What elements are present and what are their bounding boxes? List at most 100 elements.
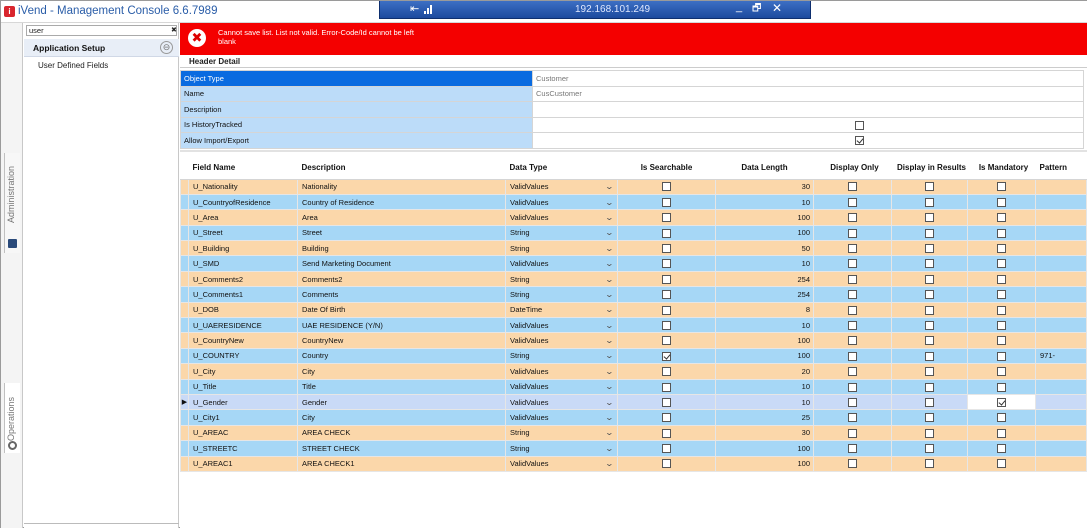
column-header[interactable]: Is Searchable (617, 156, 716, 180)
chevron-down-icon[interactable]: ⌄ (605, 198, 614, 207)
table-row[interactable]: U_DOB Date Of Birth DateTime ⌄ 8 (180, 301, 1087, 319)
display-in-results-checkbox[interactable] (925, 259, 934, 269)
display-in-results-checkbox[interactable] (925, 213, 934, 223)
is-mandatory-checkbox[interactable] (997, 213, 1006, 223)
chevron-down-icon[interactable]: ⌄ (605, 182, 614, 191)
detail-row-object-type[interactable]: Object Type Customer (180, 70, 1084, 87)
display-in-results-checkbox[interactable] (925, 428, 934, 438)
display-only-checkbox[interactable] (848, 320, 857, 330)
is-searchable-checkbox[interactable] (662, 244, 671, 254)
data-type-select[interactable]: ValidValues ⌄ (505, 317, 618, 334)
display-only-checkbox[interactable] (848, 213, 857, 223)
is-searchable-checkbox[interactable] (662, 320, 671, 330)
field-name-cell[interactable]: U_Title (188, 378, 298, 395)
table-row[interactable]: U_COUNTRY Country String ⌄ 100 971- (180, 347, 1087, 365)
chevron-down-icon[interactable]: ⌄ (605, 259, 614, 268)
display-in-results-checkbox[interactable] (925, 459, 934, 469)
display-in-results-checkbox[interactable] (925, 228, 934, 238)
description-cell[interactable]: Street (297, 224, 506, 242)
pattern-cell[interactable] (1035, 301, 1087, 319)
display-in-results-checkbox[interactable] (925, 274, 934, 284)
data-type-select[interactable]: ValidValues ⌄ (505, 455, 618, 472)
field-name-cell[interactable]: U_Street (188, 224, 298, 242)
field-name-cell[interactable]: U_City1 (188, 409, 298, 426)
field-name-cell[interactable]: U_SMD (188, 255, 298, 272)
table-row[interactable]: ▶ U_Gender Gender ValidValues ⌄ 10 (180, 393, 1087, 411)
field-name-cell[interactable]: U_Comments2 (188, 270, 298, 288)
is-searchable-checkbox[interactable] (662, 274, 671, 284)
data-length-cell[interactable]: 10 (715, 317, 814, 334)
field-name-cell[interactable]: U_Building (188, 240, 298, 257)
is-mandatory-checkbox[interactable] (997, 274, 1006, 284)
pin-icon[interactable]: ⇤ (410, 2, 419, 15)
pattern-cell[interactable] (1035, 393, 1087, 411)
field-name-cell[interactable]: U_DOB (188, 301, 298, 319)
is-searchable-checkbox[interactable] (662, 428, 671, 438)
is-mandatory-checkbox[interactable] (997, 244, 1006, 254)
is-searchable-checkbox[interactable] (662, 228, 671, 238)
data-length-cell[interactable]: 30 (715, 424, 814, 442)
data-length-cell[interactable]: 100 (715, 209, 814, 226)
pattern-cell[interactable] (1035, 332, 1087, 349)
history-tracked-checkbox[interactable] (855, 120, 864, 130)
data-length-cell[interactable]: 100 (715, 332, 814, 349)
table-row[interactable]: U_STREETC STREET CHECK String ⌄ 100 (180, 440, 1087, 457)
clear-search-icon[interactable]: ✖ (171, 26, 177, 34)
chevron-down-icon[interactable]: ⌄ (605, 305, 614, 314)
is-mandatory-checkbox[interactable] (997, 444, 1006, 454)
is-searchable-checkbox[interactable] (662, 197, 671, 207)
pattern-cell[interactable] (1035, 286, 1087, 303)
data-type-select[interactable]: String ⌄ (505, 270, 618, 288)
display-only-checkbox[interactable] (848, 259, 857, 269)
display-in-results-checkbox[interactable] (925, 290, 934, 300)
detail-row-name[interactable]: Name CusCustomer (180, 85, 1084, 102)
is-searchable-checkbox[interactable] (662, 182, 671, 192)
column-header[interactable]: Display in Results (891, 156, 968, 180)
is-mandatory-checkbox[interactable] (997, 397, 1006, 407)
display-only-checkbox[interactable] (848, 444, 857, 454)
data-type-select[interactable]: ValidValues ⌄ (505, 255, 618, 272)
pattern-cell[interactable] (1035, 240, 1087, 257)
chevron-down-icon[interactable]: ⌄ (605, 459, 614, 468)
description-cell[interactable]: AREA CHECK (297, 424, 506, 442)
display-only-checkbox[interactable] (848, 290, 857, 300)
data-length-cell[interactable]: 8 (715, 301, 814, 319)
chevron-down-icon[interactable]: ⌄ (605, 398, 614, 407)
table-row[interactable]: U_UAERESIDENCE UAE RESIDENCE (Y/N) ValidVa… (180, 317, 1087, 334)
display-in-results-checkbox[interactable] (925, 413, 934, 423)
display-only-checkbox[interactable] (848, 228, 857, 238)
data-type-select[interactable]: String ⌄ (505, 224, 618, 242)
table-row[interactable]: U_SMD Send Marketing Document ValidValues ⌄… (180, 255, 1087, 272)
pattern-cell[interactable] (1035, 224, 1087, 242)
data-length-cell[interactable]: 25 (715, 409, 814, 426)
name-value[interactable]: CusCustomer (532, 85, 1084, 102)
display-in-results-checkbox[interactable] (925, 320, 934, 330)
is-mandatory-checkbox[interactable] (997, 413, 1006, 423)
description-cell[interactable]: Country of Residence (297, 193, 506, 211)
description-cell[interactable]: Area (297, 209, 506, 226)
data-type-select[interactable]: String ⌄ (505, 286, 618, 303)
tab-operations[interactable]: Operations (4, 383, 20, 453)
data-length-cell[interactable]: 50 (715, 240, 814, 257)
data-type-select[interactable]: String ⌄ (505, 347, 618, 365)
is-searchable-checkbox[interactable] (662, 397, 671, 407)
restore-button[interactable]: 🗗 (752, 1, 761, 18)
table-row[interactable]: U_Street Street String ⌄ 100 (180, 224, 1087, 242)
table-row[interactable]: U_CountryofResidence Country of Residence… (180, 193, 1087, 211)
field-name-cell[interactable]: U_Nationality (188, 178, 298, 195)
chevron-down-icon[interactable]: ⌄ (605, 228, 614, 237)
column-header[interactable]: Display Only (813, 156, 892, 180)
display-in-results-checkbox[interactable] (925, 382, 934, 392)
table-row[interactable]: U_CountryNew CountryNew ValidValues ⌄ 100 (180, 332, 1087, 349)
chevron-down-icon[interactable]: ⌄ (605, 244, 614, 253)
back-icon[interactable]: ⊖ (160, 41, 173, 54)
data-length-cell[interactable]: 10 (715, 255, 814, 272)
detail-row-import-export[interactable]: Allow Import/Export (180, 132, 1084, 149)
data-length-cell[interactable]: 100 (715, 440, 814, 457)
display-in-results-checkbox[interactable] (925, 367, 934, 377)
is-searchable-checkbox[interactable] (662, 351, 671, 361)
display-only-checkbox[interactable] (848, 413, 857, 423)
pattern-cell[interactable] (1035, 409, 1087, 426)
display-only-checkbox[interactable] (848, 397, 857, 407)
display-only-checkbox[interactable] (848, 351, 857, 361)
